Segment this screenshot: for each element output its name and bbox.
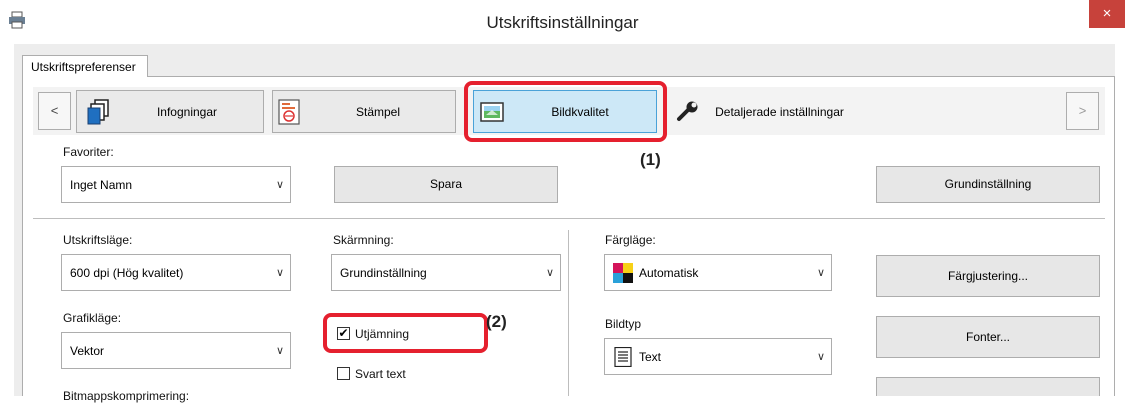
pages-icon [87,98,109,124]
color-mode-label: Färgläge: [605,233,656,247]
window-title: Utskriftsinställningar [486,13,639,32]
nav-tab-detailed-settings-label: Detaljerade inställningar [715,104,844,119]
graphics-mode-value: Vektor [70,343,105,358]
image-type-value: Text [639,349,662,364]
chevron-down-icon: ∨ [816,351,826,363]
callout-1-number: (1) [640,150,661,169]
text-document-icon [614,346,632,367]
close-button[interactable]: × [1089,0,1125,28]
column-divider [568,230,569,396]
graphics-mode-label: Grafikläge: [63,311,122,325]
fonts-button[interactable]: Fonter... [876,316,1100,358]
print-mode-label: Utskriftsläge: [63,233,133,247]
callout-1-highlight [464,81,667,142]
nav-next-button[interactable]: > [1066,92,1099,130]
color-mode-value: Automatisk [639,265,699,280]
chevron-down-icon: ∨ [275,345,285,357]
nav-tab-detailed-settings[interactable]: Detaljerade inställningar [664,90,859,133]
nav-tab-stamp[interactable]: Stämpel [272,90,456,133]
window-border-right [1115,44,1125,396]
nav-tab-stamp-label: Stämpel [355,104,401,119]
chevron-down-icon: ∨ [545,267,555,279]
divider [33,218,1105,219]
color-swatch-icon [613,262,633,283]
print-mode-value: 600 dpi (Hög kvalitet) [70,265,184,280]
graphics-mode-dropdown[interactable]: Vektor ∨ [61,332,291,369]
default-settings-button[interactable]: Grundinställning [876,166,1100,203]
favorites-value: Inget Namn [70,177,133,192]
callout-2-highlight [323,313,488,353]
nav-tab-insertions[interactable]: Infogningar [76,90,264,133]
window-border-left [0,44,14,396]
wrench-icon [677,101,698,121]
save-button[interactable]: Spara [334,166,558,203]
nav-tab-insertions-label: Infogningar [156,104,218,119]
tab-print-preferences-label: Utskriftspreferenser [31,60,136,74]
favorites-label: Favoriter: [63,145,114,159]
screening-label: Skärmning: [333,233,394,247]
image-type-dropdown[interactable]: Text ∨ [604,338,832,375]
more-button-partial[interactable] [876,377,1100,396]
color-adjust-button[interactable]: Färgjustering... [876,255,1100,297]
black-text-checkbox[interactable] [337,367,350,380]
callout-2-number: (2) [486,312,507,331]
favorites-dropdown[interactable]: Inget Namn ∨ [61,166,291,203]
screening-value: Grundinställning [340,265,427,280]
chevron-down-icon: ∨ [275,267,285,279]
chevron-down-icon: ∨ [816,267,826,279]
black-text-label: Svart text [355,367,406,381]
stamp-icon [278,98,300,125]
nav-prev-button[interactable]: < [38,92,71,130]
bitmap-compression-label: Bitmappskomprimering: [63,389,190,403]
color-mode-dropdown[interactable]: Automatisk ∨ [604,254,832,291]
print-mode-dropdown[interactable]: 600 dpi (Hög kvalitet) ∨ [61,254,291,291]
screening-dropdown[interactable]: Grundinställning ∨ [331,254,561,291]
chevron-down-icon: ∨ [275,179,285,191]
image-type-label: Bildtyp [605,317,642,331]
